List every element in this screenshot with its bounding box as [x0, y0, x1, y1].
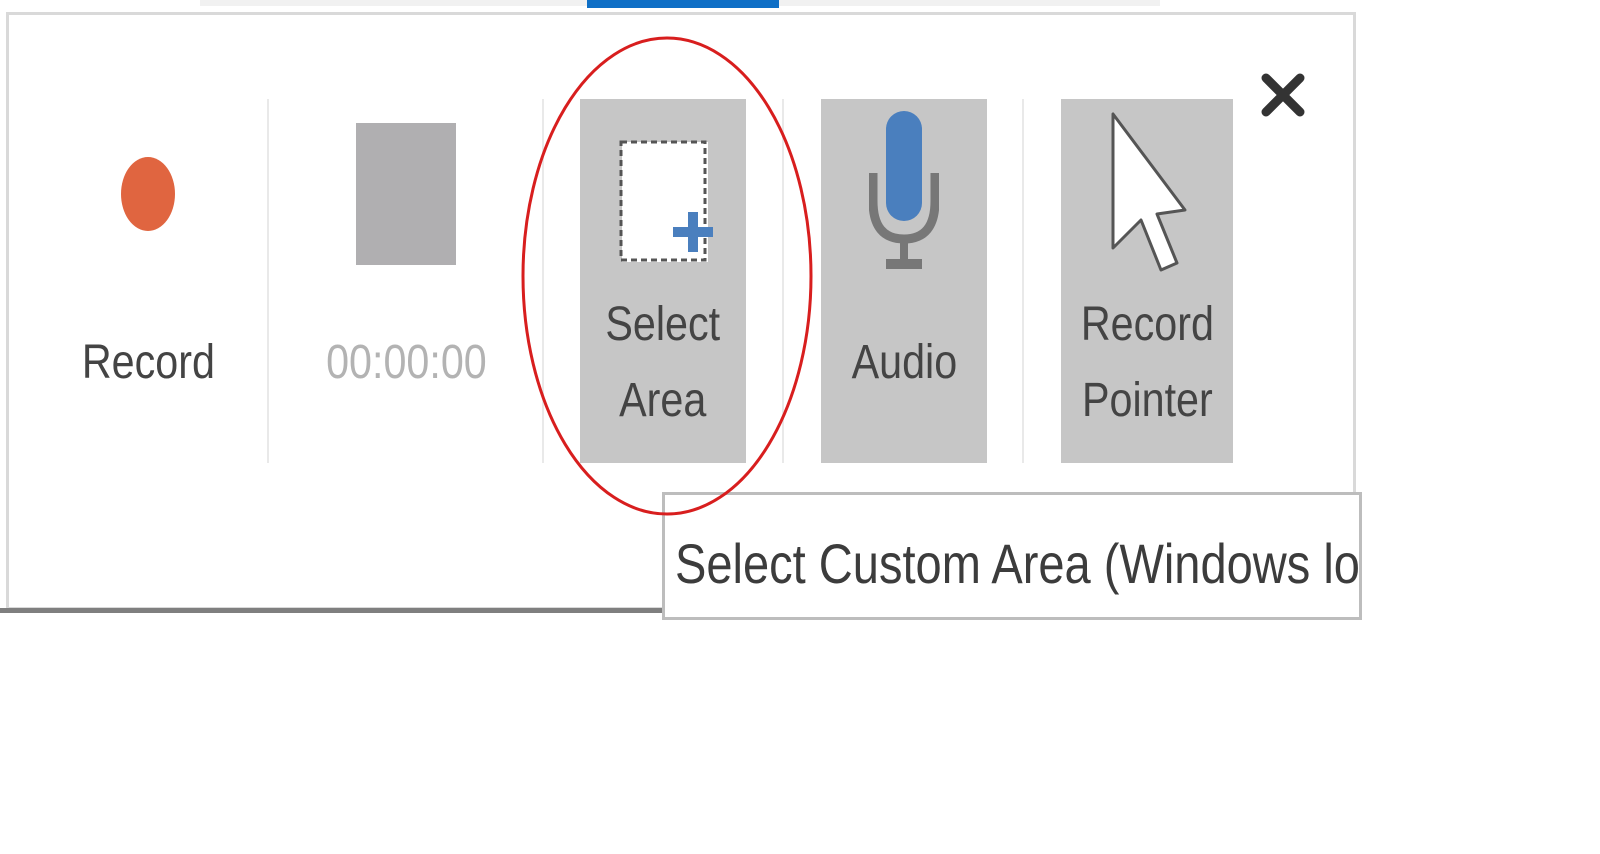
pointer-cursor-icon [1111, 112, 1187, 272]
microphone-icon [869, 111, 939, 269]
record-button[interactable]: Record [48, 99, 248, 463]
close-icon [1261, 73, 1305, 117]
toolbar-divider [542, 99, 544, 463]
audio-label: Audio [851, 336, 957, 389]
select-area-button[interactable]: Select Area [580, 99, 746, 463]
recording-timer: 00:00:00 [325, 336, 487, 389]
select-area-icon [619, 140, 713, 262]
record-label: Record [81, 336, 215, 389]
audio-button[interactable]: Audio [821, 99, 987, 463]
stop-button[interactable]: 00:00:00 [300, 99, 512, 463]
select-area-label: Select Area [605, 298, 721, 427]
stop-square-icon [356, 123, 456, 265]
tooltip-text: Select Custom Area (Windows lo [675, 532, 1360, 595]
record-pointer-button[interactable]: Record Pointer [1061, 99, 1233, 463]
tooltip: Select Custom Area (Windows lo [662, 492, 1362, 620]
toolbar-divider [1022, 99, 1024, 463]
toolbar-divider [782, 99, 784, 463]
screen-recording-toolbar-screenshot: Record 00:00:00 Select Area Audio Record… [0, 0, 1600, 854]
active-tab-indicator [587, 0, 779, 8]
toolbar-divider [267, 99, 269, 463]
record-dot-icon [121, 157, 175, 231]
close-button[interactable] [1258, 70, 1308, 120]
toolbar-shadow [0, 608, 664, 613]
record-pointer-label: Record Pointer [1080, 298, 1214, 427]
